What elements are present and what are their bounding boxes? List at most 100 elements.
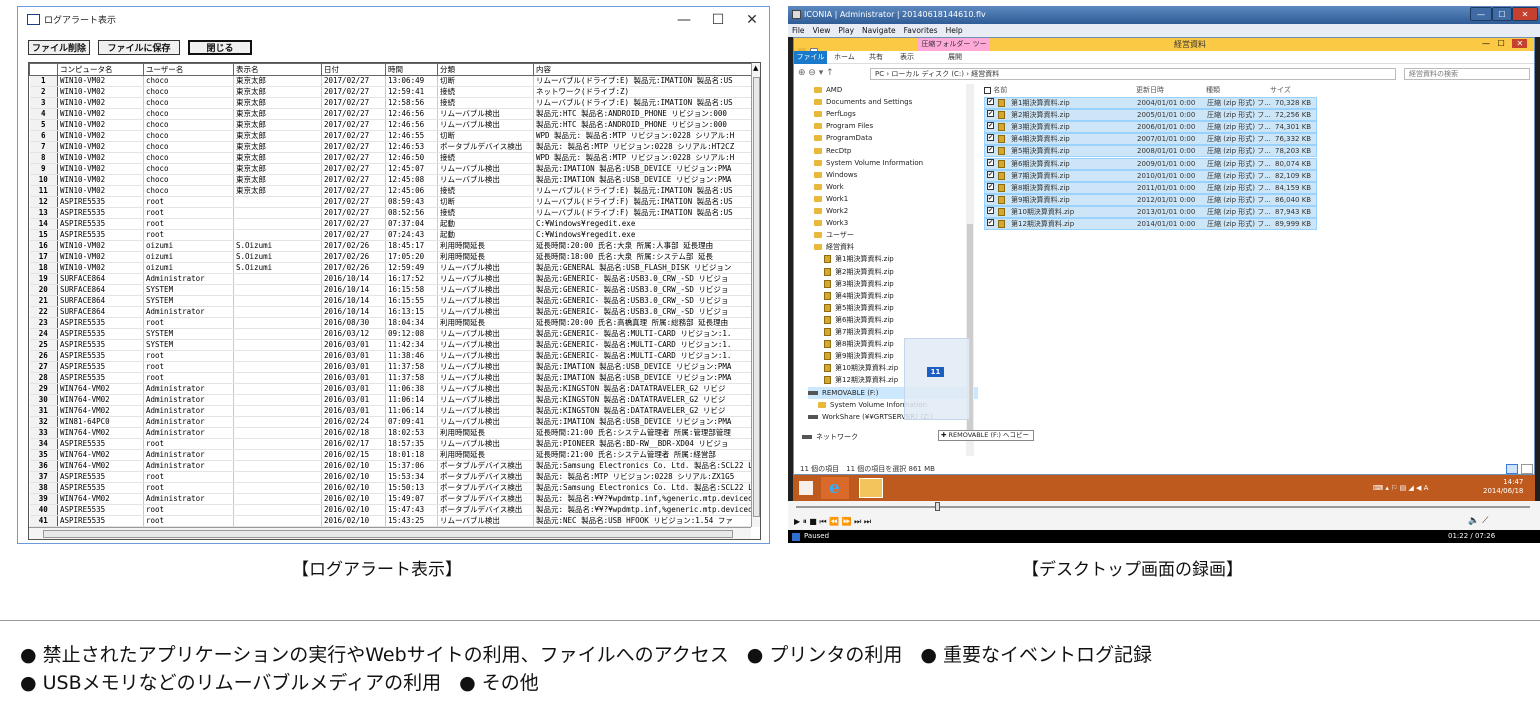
volume-icon[interactable]: 🔈 ⟋ [1468,516,1488,526]
close-window-button[interactable]: ✕ [735,9,769,31]
table-row[interactable]: 28 ASPIRE5535 root 2016/03/01 11:37:58 リムーバブル… [29,372,752,384]
tree-item[interactable]: Program Files [814,120,873,132]
tree-item[interactable]: Work2 [814,205,848,217]
column-modified[interactable]: 更新日時 [1136,84,1164,96]
column-type[interactable]: 種類 [1206,84,1220,96]
menu-file[interactable]: File [792,26,805,35]
checkbox-icon[interactable]: ✔ [987,206,994,214]
player-minimize-button[interactable]: — [1470,7,1492,21]
table-row[interactable]: 21 SURFACE864 SYSTEM 2016/10/14 16:15:55 リムーバ… [29,295,752,307]
tree-zip-item[interactable]: 第4期決算資料.zip [824,290,894,302]
explorer-window-controls[interactable]: — ☐ ✕ [1482,39,1528,48]
transport-buttons[interactable]: ▶ ⏸ ■ ⏮ ⏪ ⏩ ⏭ ⏭ [794,517,871,527]
menu-view[interactable]: View [813,26,831,35]
table-row[interactable]: 20 SURFACE864 SYSTEM 2016/10/14 16:15:58 リムーバ… [29,284,752,296]
table-row[interactable]: 2 WIN10-VM02 choco 東京太郎 2017/02/27 12:59:41 接続… [29,86,752,98]
column-header[interactable] [29,63,58,76]
scroll-up-icon[interactable]: ▲ [753,64,758,72]
tab-home[interactable]: ホーム [834,51,855,64]
windows-start-icon[interactable] [799,481,813,495]
tab-extract[interactable]: 展開 [948,51,962,64]
table-row[interactable]: 13 ASPIRE5535 root 2017/02/27 08:52:56 接続 リムーバ… [29,207,752,219]
checkbox-icon[interactable]: ✔ [987,182,994,190]
column-header[interactable]: コンピュータ名 [57,63,144,76]
table-row[interactable]: 26 ASPIRE5535 root 2016/03/01 11:38:46 リムーバブル… [29,350,752,362]
table-row[interactable]: 23 ASPIRE5535 root 2016/08/30 18:04:34 利用時間延長… [29,317,752,329]
tree-zip-item[interactable]: 第5期決算資料.zip [824,302,894,314]
file-row[interactable]: ✔ 第10期決算資料.zip 2013/01/01 0:00 圧縮 (zip 形式) … [984,205,1317,218]
table-row[interactable]: 8 WIN10-VM02 choco 東京太郎 2017/02/27 12:46:50 接続… [29,152,752,164]
tree-item[interactable]: Documents and Settings [814,96,912,108]
column-header[interactable]: 時間 [385,63,438,76]
tree-zip-item[interactable]: 第10期決算資料.zip [824,362,898,374]
file-row[interactable]: ✔ 第12期決算資料.zip 2014/01/01 0:00 圧縮 (zip 形式) … [984,218,1317,230]
table-row[interactable]: 7 WIN10-VM02 choco 東京太郎 2017/02/27 12:46:53 ポー… [29,141,752,153]
tree-item[interactable]: Work1 [814,193,848,205]
save-file-button[interactable]: ファイルに保存 [98,40,180,55]
column-header[interactable]: 日付 [321,63,386,76]
column-header[interactable]: 表示名 [233,63,322,76]
tree-item[interactable]: ユーザー [814,229,854,241]
file-row[interactable]: ✔ 第5期決算資料.zip 2008/01/01 0:00 圧縮 (zip 形式) フ… [984,145,1317,158]
file-row[interactable]: ✔ 第7期決算資料.zip 2010/01/01 0:00 圧縮 (zip 形式) フ… [984,169,1317,182]
log-grid[interactable]: コンピュータ名 ユーザー名 表示名 日付 時間 分類 内容 1 WIN10-VM02 choco… [28,62,761,540]
tree-item[interactable]: PerfLogs [814,108,856,120]
table-row[interactable]: 36 WIN764-VM02 Administrator 2016/02/10 15:3… [29,460,752,472]
table-row[interactable]: 27 ASPIRE5535 root 2016/03/01 11:37:58 リムーバブル… [29,361,752,373]
player-close-button[interactable]: ✕ [1512,7,1538,21]
file-row[interactable]: ✔ 第1期決算資料.zip 2004/01/01 0:00 圧縮 (zip 形式) フ… [984,97,1317,109]
tree-zip-item[interactable]: 第12期決算資料.zip [824,374,898,386]
file-row[interactable]: ✔ 第9期決算資料.zip 2012/01/01 0:00 圧縮 (zip 形式) フ… [984,193,1317,206]
table-row[interactable]: 6 WIN10-VM02 choco 東京太郎 2017/02/27 12:46:55 切断… [29,130,752,142]
large-icons-view-icon[interactable] [1521,464,1533,474]
table-row[interactable]: 41 ASPIRE5535 root 2016/02/10 15:43:25 リムーバブル… [29,515,752,527]
checkbox-icon[interactable]: ✔ [987,98,994,105]
system-tray[interactable]: ⌨ ▴ ⚐ ▤ ◢ ◀ A [1373,484,1428,492]
file-row[interactable]: ✔ 第2期決算資料.zip 2005/01/01 0:00 圧縮 (zip 形式) フ… [984,109,1317,122]
table-row[interactable]: 1 WIN10-VM02 choco 東京太郎 2017/02/27 13:06:49 切断… [29,75,752,87]
table-row[interactable]: 3 WIN10-VM02 choco 東京太郎 2017/02/27 12:58:56 接続… [29,97,752,109]
minimize-button[interactable]: — [667,9,701,31]
tree-item[interactable]: Windows [814,169,857,181]
tree-zip-item[interactable]: 第9期決算資料.zip [824,350,894,362]
table-row[interactable]: 38 ASPIRE5535 root 2016/02/10 15:50:13 ポータブルデ… [29,482,752,494]
column-header[interactable]: 内容 [533,63,752,76]
table-row[interactable]: 33 WIN764-VM02 Administrator 2016/02/18 18:0… [29,427,752,439]
tree-item[interactable]: System Volume Information [814,157,923,169]
seek-handle[interactable] [935,502,941,511]
menu-play[interactable]: Play [838,26,854,35]
file-row[interactable]: ✔ 第4期決算資料.zip 2007/01/01 0:00 圧縮 (zip 形式) フ… [984,133,1317,146]
table-row[interactable]: 25 ASPIRE5535 SYSTEM 2016/03/01 11:42:34 リムーバ… [29,339,752,351]
table-row[interactable]: 12 ASPIRE5535 root 2017/02/27 08:59:43 切断 リムーバ… [29,196,752,208]
vertical-scrollbar[interactable]: ▲ [751,63,760,527]
search-input[interactable]: 経営資料の検索 [1404,68,1530,80]
checkbox-icon[interactable]: ✔ [987,146,994,154]
player-maximize-button[interactable]: ☐ [1492,7,1512,21]
tree-zip-item[interactable]: 第6期決算資料.zip [824,314,894,326]
column-header[interactable]: ユーザー名 [143,63,234,76]
checkbox-icon[interactable]: ✔ [987,134,994,142]
tree-item[interactable]: RecDtp [814,145,851,157]
delete-file-button[interactable]: ファイル削除 [28,40,90,55]
table-row[interactable]: 35 WIN764-VM02 Administrator 2016/02/15 18:0… [29,449,752,461]
file-row[interactable]: ✔ 第3期決算資料.zip 2006/01/01 0:00 圧縮 (zip 形式) フ… [984,121,1317,134]
column-size[interactable]: サイズ [1270,84,1291,96]
table-row[interactable]: 19 SURFACE864 Administrator 2016/10/14 16:17… [29,273,752,285]
menu-help[interactable]: Help [946,26,963,35]
table-row[interactable]: 31 WIN764-VM02 Administrator 2016/03/01 11:0… [29,405,752,417]
tree-zip-item[interactable]: 第1期決算資料.zip [824,253,894,265]
tree-item[interactable]: 経営資料 [814,241,854,253]
tree-item[interactable]: Work [814,181,844,193]
table-row[interactable]: 24 ASPIRE5535 SYSTEM 2016/03/12 09:12:08 リムーバ… [29,328,752,340]
checkbox-icon[interactable]: ✔ [987,158,994,166]
tree-zip-item[interactable]: 第8期決算資料.zip [824,338,894,350]
menu-favorites[interactable]: Favorites [904,26,938,35]
tree-network[interactable]: ネットワーク [802,431,858,443]
horizontal-scrollbar[interactable] [29,527,751,539]
scroll-thumb-horizontal[interactable] [43,530,733,538]
file-row[interactable]: ✔ 第8期決算資料.zip 2011/01/01 0:00 圧縮 (zip 形式) フ… [984,181,1317,194]
table-row[interactable]: 14 ASPIRE5535 root 2017/02/27 07:37:04 起動 C:¥W… [29,218,752,230]
tab-share[interactable]: 共有 [869,51,883,64]
checkbox-icon[interactable]: ✔ [987,170,994,178]
compressed-tools-tab[interactable]: 圧縮フォルダー ツール [918,38,990,61]
